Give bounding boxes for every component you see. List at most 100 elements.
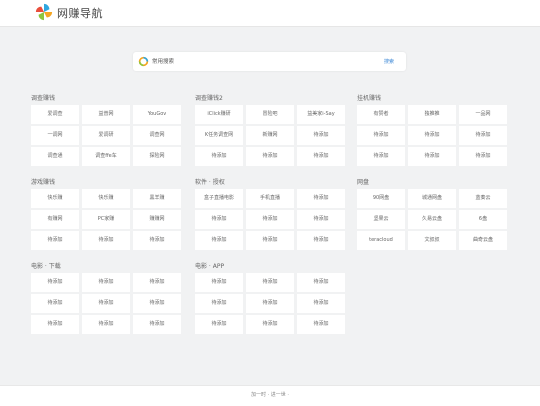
nav-link[interactable]: teracloud bbox=[357, 231, 405, 250]
nav-link[interactable]: 调查ffe车 bbox=[82, 147, 130, 166]
nav-link[interactable]: 待添加 bbox=[31, 231, 79, 250]
nav-link[interactable]: 久易云盘 bbox=[408, 210, 456, 229]
nav-link[interactable]: 文叔叔 bbox=[408, 231, 456, 250]
nav-link[interactable]: 盒子直播电影 bbox=[195, 189, 243, 208]
nav-link[interactable]: 待添加 bbox=[82, 231, 130, 250]
section-title: 挂机赚钱 bbox=[357, 95, 382, 102]
section-title: 调查赚钱2 bbox=[195, 95, 223, 102]
nav-link[interactable]: 快乐赚 bbox=[31, 189, 79, 208]
nav-link[interactable]: 待添加 bbox=[133, 315, 181, 334]
nav-link[interactable]: 待添加 bbox=[408, 147, 456, 166]
nav-link[interactable]: 待添加 bbox=[357, 126, 405, 145]
nav-link[interactable]: 待添加 bbox=[195, 147, 243, 166]
nav-link[interactable]: 冒险吧 bbox=[246, 105, 294, 124]
section-title: 游戏赚钱 bbox=[31, 179, 56, 186]
section-survey: 调查赚钱 爱调查 益普网 YouGov 一调网 爱调研 调查网 调查通 调查ff… bbox=[31, 93, 181, 166]
nav-link[interactable]: 黑羊赚 bbox=[133, 189, 181, 208]
nav-link[interactable]: 益普网 bbox=[82, 105, 130, 124]
nav-link[interactable]: YouGov bbox=[133, 105, 181, 124]
nav-link[interactable]: PC家赚 bbox=[82, 210, 130, 229]
nav-link[interactable]: K任务调查网 bbox=[195, 126, 243, 145]
nav-link[interactable]: 待添加 bbox=[82, 315, 130, 334]
nav-link[interactable]: 待添加 bbox=[246, 210, 294, 229]
section-title: 电影 · 下载 bbox=[31, 263, 61, 270]
section-game: 游戏赚钱 快乐赚 快乐赚 黑羊赚 有赚网 PC家赚 赚赚网 待添加 待添加 待添… bbox=[31, 177, 181, 250]
nav-link[interactable]: iClick赚研 bbox=[195, 105, 243, 124]
nav-link[interactable]: 有赚网 bbox=[31, 210, 79, 229]
nav-link[interactable]: 蓝奏云 bbox=[459, 189, 507, 208]
nav-link[interactable]: 城通网盘 bbox=[408, 189, 456, 208]
nav-link[interactable]: 待添加 bbox=[82, 273, 130, 292]
nav-link[interactable]: 待添加 bbox=[82, 294, 130, 313]
nav-link[interactable]: 待添加 bbox=[297, 294, 345, 313]
nav-link[interactable]: 待添加 bbox=[195, 273, 243, 292]
search-input[interactable] bbox=[152, 54, 372, 69]
nav-link[interactable]: 一品网 bbox=[459, 105, 507, 124]
link-grid: 盒子直播电影 手机直播 待添加 待添加 待添加 待添加 待添加 待添加 待添加 bbox=[195, 189, 345, 250]
nav-link[interactable]: 坚果云 bbox=[357, 210, 405, 229]
nav-link[interactable]: 待添加 bbox=[195, 210, 243, 229]
nav-link[interactable]: 爱调查 bbox=[31, 105, 79, 124]
nav-link[interactable]: 待添加 bbox=[459, 147, 507, 166]
link-grid: 待添加 待添加 待添加 待添加 待添加 待添加 待添加 待添加 待添加 bbox=[31, 273, 181, 334]
footer-text: 加一时 · 进一世 · bbox=[251, 392, 289, 398]
nav-link[interactable]: 有赞者 bbox=[357, 105, 405, 124]
nav-link[interactable]: 待添加 bbox=[246, 147, 294, 166]
nav-link[interactable]: 待添加 bbox=[246, 294, 294, 313]
nav-link[interactable]: 手机直播 bbox=[246, 189, 294, 208]
search-engine-ring-icon[interactable] bbox=[138, 56, 149, 67]
link-grid: 有赞者 独推推 一品网 待添加 待添加 待添加 待添加 待添加 待添加 bbox=[357, 105, 507, 166]
section-title: 网盘 bbox=[357, 179, 370, 186]
nav-link[interactable]: 待添加 bbox=[297, 126, 345, 145]
pinwheel-logo-icon[interactable] bbox=[35, 3, 53, 21]
nav-link[interactable]: 曲奇云盘 bbox=[459, 231, 507, 250]
nav-link[interactable]: 待添加 bbox=[297, 147, 345, 166]
nav-link[interactable]: 待添加 bbox=[297, 210, 345, 229]
nav-link[interactable]: 调查网 bbox=[133, 126, 181, 145]
nav-link[interactable]: 待添加 bbox=[297, 231, 345, 250]
nav-link[interactable]: 待添加 bbox=[133, 231, 181, 250]
nav-link[interactable]: 一调网 bbox=[31, 126, 79, 145]
section-idle: 挂机赚钱 有赞者 独推推 一品网 待添加 待添加 待添加 待添加 待添加 待添加 bbox=[357, 93, 507, 166]
nav-link[interactable]: 赚赚网 bbox=[133, 210, 181, 229]
section-netdisk: 网盘 90网盘 城通网盘 蓝奏云 坚果云 久易云盘 6盘 teracloud 文… bbox=[357, 177, 507, 250]
nav-link[interactable]: 待添加 bbox=[133, 273, 181, 292]
nav-link[interactable]: 待添加 bbox=[133, 294, 181, 313]
section-movie-app: 电影 · APP 待添加 待添加 待添加 待添加 待添加 待添加 待添加 待添加… bbox=[195, 261, 345, 334]
nav-link[interactable]: 待添加 bbox=[297, 189, 345, 208]
site-title[interactable]: 网赚导航 bbox=[57, 5, 103, 21]
nav-link[interactable]: 待添加 bbox=[297, 315, 345, 334]
nav-link[interactable]: 6盘 bbox=[459, 210, 507, 229]
nav-link[interactable]: 待添加 bbox=[246, 273, 294, 292]
nav-link[interactable]: 调查通 bbox=[31, 147, 79, 166]
nav-link[interactable]: 待添加 bbox=[246, 315, 294, 334]
nav-link[interactable]: 待添加 bbox=[31, 294, 79, 313]
nav-link[interactable]: 独推推 bbox=[408, 105, 456, 124]
nav-link[interactable]: 待添加 bbox=[297, 273, 345, 292]
nav-link[interactable]: 待添加 bbox=[31, 273, 79, 292]
section-movie-download: 电影 · 下载 待添加 待添加 待添加 待添加 待添加 待添加 待添加 待添加 … bbox=[31, 261, 181, 334]
nav-link[interactable]: 益美家i-Say bbox=[297, 105, 345, 124]
search-box: 搜索 bbox=[133, 52, 406, 71]
nav-link[interactable]: 待添加 bbox=[195, 315, 243, 334]
nav-link[interactable]: 待添加 bbox=[195, 231, 243, 250]
search-button[interactable]: 搜索 bbox=[376, 54, 402, 69]
nav-link[interactable]: 待添加 bbox=[357, 147, 405, 166]
nav-link[interactable]: 新赚网 bbox=[246, 126, 294, 145]
nav-link[interactable]: 快乐赚 bbox=[82, 189, 130, 208]
nav-link[interactable]: 待添加 bbox=[31, 315, 79, 334]
section-title: 软件 · 授权 bbox=[195, 179, 225, 186]
nav-link[interactable]: 待添加 bbox=[408, 126, 456, 145]
section-title: 电影 · APP bbox=[195, 263, 225, 270]
link-grid: 快乐赚 快乐赚 黑羊赚 有赚网 PC家赚 赚赚网 待添加 待添加 待添加 bbox=[31, 189, 181, 250]
nav-link[interactable]: 待添加 bbox=[246, 231, 294, 250]
section-survey-2: 调查赚钱2 iClick赚研 冒险吧 益美家i-Say K任务调查网 新赚网 待… bbox=[195, 93, 345, 166]
nav-link[interactable]: 90网盘 bbox=[357, 189, 405, 208]
nav-link[interactable]: 待添加 bbox=[459, 126, 507, 145]
nav-link[interactable]: 探险网 bbox=[133, 147, 181, 166]
link-grid: 90网盘 城通网盘 蓝奏云 坚果云 久易云盘 6盘 teracloud 文叔叔 … bbox=[357, 189, 507, 250]
footer: 加一时 · 进一世 · bbox=[0, 385, 540, 406]
section-software: 软件 · 授权 盒子直播电影 手机直播 待添加 待添加 待添加 待添加 待添加 … bbox=[195, 177, 345, 250]
nav-link[interactable]: 待添加 bbox=[195, 294, 243, 313]
nav-link[interactable]: 爱调研 bbox=[82, 126, 130, 145]
